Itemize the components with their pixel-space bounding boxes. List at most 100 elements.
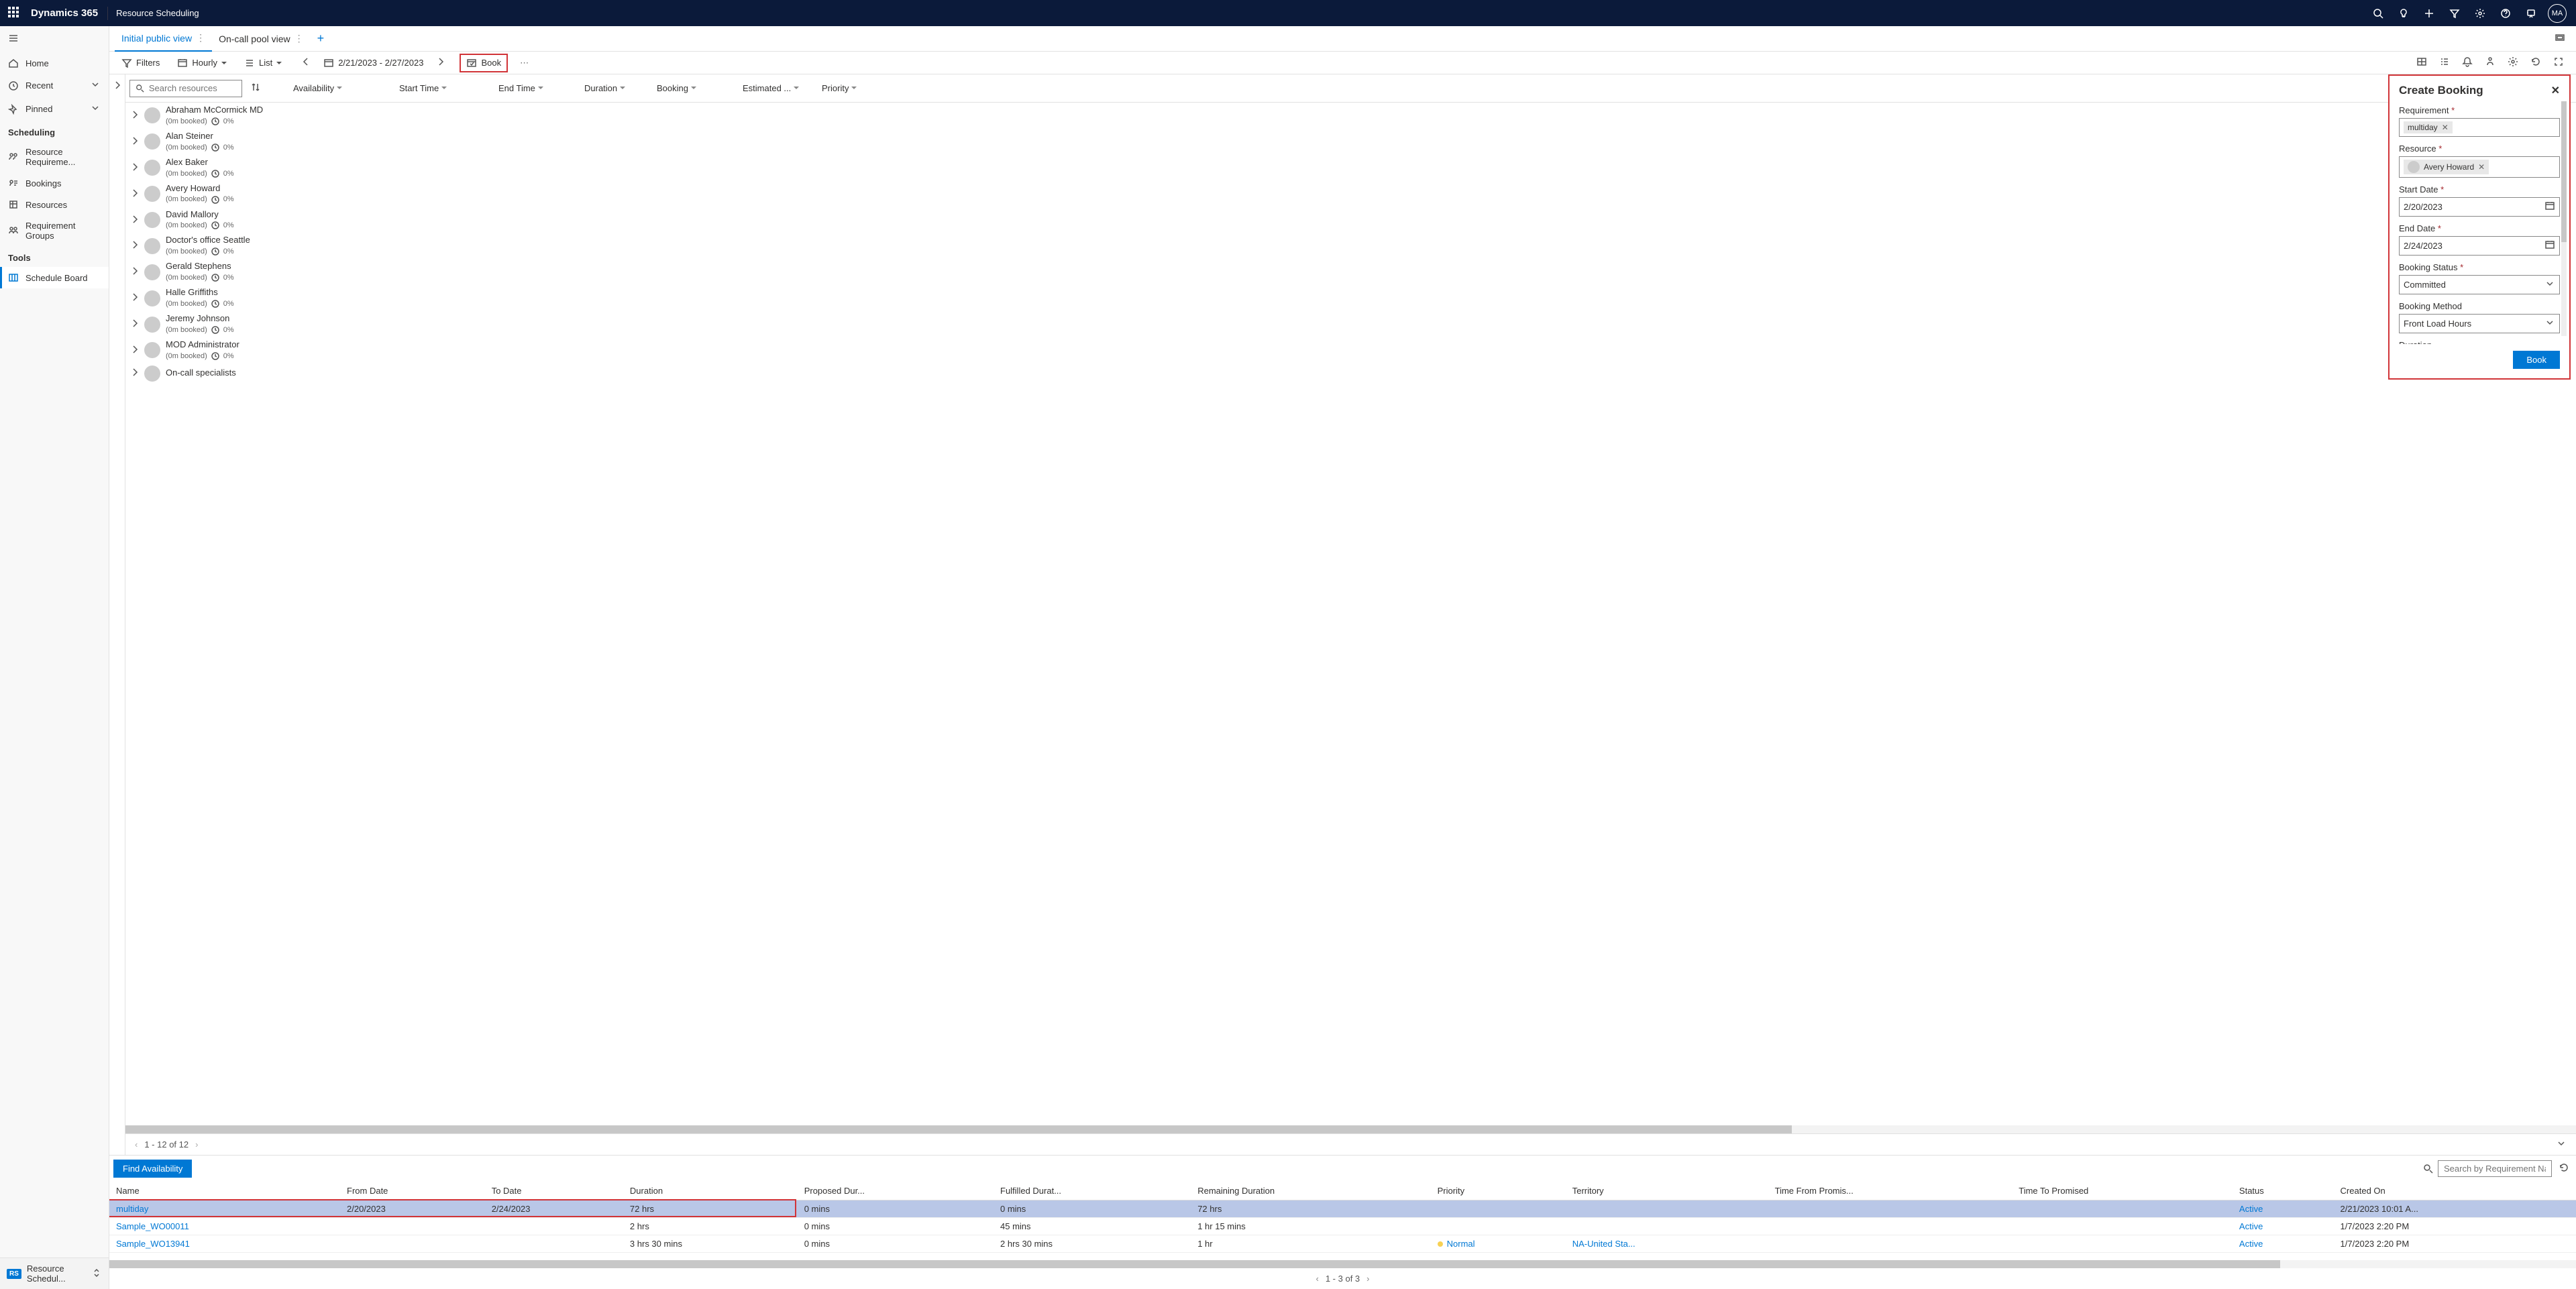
expand-icon[interactable] [129,292,139,304]
horizontal-scrollbar[interactable] [125,1125,2576,1133]
book-button[interactable]: Book [460,54,508,72]
close-icon[interactable]: ✕ [2551,84,2560,97]
user-avatar[interactable]: MA [2548,4,2567,23]
lightbulb-icon[interactable] [2391,0,2416,26]
requirement-name-link[interactable]: Sample_WO00011 [116,1221,189,1231]
timescale-dropdown[interactable]: Hourly [172,55,232,71]
expand-icon[interactable] [129,239,139,252]
col-created[interactable]: Created On [2334,1182,2576,1200]
nav-recent[interactable]: Recent [0,74,109,97]
prev-page-button[interactable]: ‹ [1316,1274,1319,1284]
expand-icon[interactable] [129,266,139,278]
nav-requirement-groups[interactable]: Requirement Groups [0,215,109,246]
next-date-button[interactable] [429,54,453,72]
start-date-input[interactable]: 2/20/2023 [2399,197,2560,217]
next-page-button[interactable]: › [195,1139,198,1150]
column-priority[interactable]: Priority [815,83,869,93]
more-actions-button[interactable]: ⋯ [515,55,534,71]
resource-row[interactable]: Jeremy Johnson (0m booked) 0% [125,311,2576,337]
refresh-icon[interactable] [2556,1160,2572,1178]
area-switcher[interactable]: RS Resource Schedul... [0,1257,109,1289]
col-from-date[interactable]: From Date [340,1182,485,1200]
expand-icon[interactable] [129,188,139,201]
details-icon[interactable] [2434,54,2455,72]
legend-icon[interactable] [2479,54,2501,72]
requirement-input[interactable]: multiday✕ [2399,118,2560,137]
resource-row[interactable]: On-call specialists [125,363,2576,384]
column-availability[interactable]: Availability [286,83,387,93]
column-estimated[interactable]: Estimated ... [736,83,810,93]
expand-icon[interactable] [2548,54,2569,72]
requirement-name-link[interactable]: multiday [116,1204,148,1214]
assistant-icon[interactable] [2518,0,2544,26]
remove-icon[interactable]: ✕ [2478,162,2485,172]
column-booking[interactable]: Booking [650,83,731,93]
prev-date-button[interactable] [294,54,318,72]
next-page-button[interactable]: › [1366,1274,1369,1284]
add-icon[interactable] [2416,0,2442,26]
help-icon[interactable] [2493,0,2518,26]
expand-icon[interactable] [129,135,139,148]
search-resources-input[interactable] [129,80,242,97]
nav-home[interactable]: Home [0,52,109,74]
sort-button[interactable] [248,79,264,97]
resource-row[interactable]: Alan Steiner (0m booked) 0% [125,129,2576,155]
col-territory[interactable]: Territory [1566,1182,1768,1200]
resource-row[interactable]: MOD Administrator (0m booked) 0% [125,337,2576,363]
req-horizontal-scrollbar[interactable] [109,1260,2576,1268]
expand-icon[interactable] [129,367,139,380]
col-remaining[interactable]: Remaining Duration [1191,1182,1430,1200]
col-time-from[interactable]: Time From Promis... [1768,1182,2012,1200]
col-to-date[interactable]: To Date [485,1182,623,1200]
expand-icon[interactable] [129,109,139,122]
calendar-icon[interactable] [2544,201,2555,213]
date-range-picker[interactable]: 2/21/2023 - 2/27/2023 [318,55,429,71]
focus-mode-icon[interactable] [2549,32,2571,45]
app-launcher-icon[interactable] [8,7,21,20]
column-duration[interactable]: Duration [578,83,645,93]
gear-icon[interactable] [2467,0,2493,26]
add-tab-button[interactable]: + [311,32,331,46]
col-name[interactable]: Name [109,1182,340,1200]
search-icon[interactable] [2423,1164,2434,1174]
collapse-board-button[interactable] [2556,1138,2567,1151]
filters-button[interactable]: Filters [116,55,165,71]
remove-icon[interactable]: ✕ [2442,123,2449,132]
col-priority[interactable]: Priority [1431,1182,1566,1200]
alert-icon[interactable] [2457,54,2478,72]
col-time-to[interactable]: Time To Promised [2012,1182,2233,1200]
nav-bookings[interactable]: Bookings [0,172,109,194]
panel-scrollbar[interactable] [2561,101,2567,336]
tab-initial-public-view[interactable]: Initial public view⋮ [115,26,212,52]
resource-row[interactable]: Avery Howard (0m booked) 0% [125,181,2576,207]
nav-pinned[interactable]: Pinned [0,97,109,121]
tab-menu-icon[interactable]: ⋮ [196,32,205,44]
resource-row[interactable]: Alex Baker (0m booked) 0% [125,155,2576,181]
tab-on-call-pool-view[interactable]: On-call pool view⋮ [212,26,311,52]
find-availability-button[interactable]: Find Availability [113,1160,192,1178]
resource-row[interactable]: David Mallory (0m booked) 0% [125,207,2576,233]
search-icon[interactable] [2365,0,2391,26]
search-input[interactable] [149,83,236,93]
col-duration[interactable]: Duration [623,1182,798,1200]
resource-row[interactable]: Halle Griffiths (0m booked) 0% [125,285,2576,311]
expand-icon[interactable] [129,214,139,227]
nav-resource-requirements[interactable]: Resource Requireme... [0,142,109,172]
nav-resources[interactable]: Resources [0,194,109,215]
booking-method-dropdown[interactable]: Front Load Hours [2399,314,2560,333]
col-fulfilled[interactable]: Fulfilled Durat... [994,1182,1191,1200]
end-date-input[interactable]: 2/24/2023 [2399,236,2560,256]
col-proposed[interactable]: Proposed Dur... [798,1182,994,1200]
table-row[interactable]: multiday 2/20/2023 2/24/2023 72 hrs 0 mi… [109,1200,2576,1218]
filter-icon[interactable] [2442,0,2467,26]
tab-menu-icon[interactable]: ⋮ [294,33,304,44]
status-link[interactable]: Active [2239,1221,2263,1231]
settings-icon[interactable] [2502,54,2524,72]
status-link[interactable]: Active [2239,1204,2263,1214]
resource-row[interactable]: Doctor's office Seattle (0m booked) 0% [125,233,2576,259]
resource-row[interactable]: Abraham McCormick MD (0m booked) 0% [125,103,2576,129]
expand-icon[interactable] [129,318,139,331]
resource-input[interactable]: Avery Howard✕ [2399,156,2560,178]
map-icon[interactable] [2411,54,2432,72]
expand-icon[interactable] [129,162,139,174]
